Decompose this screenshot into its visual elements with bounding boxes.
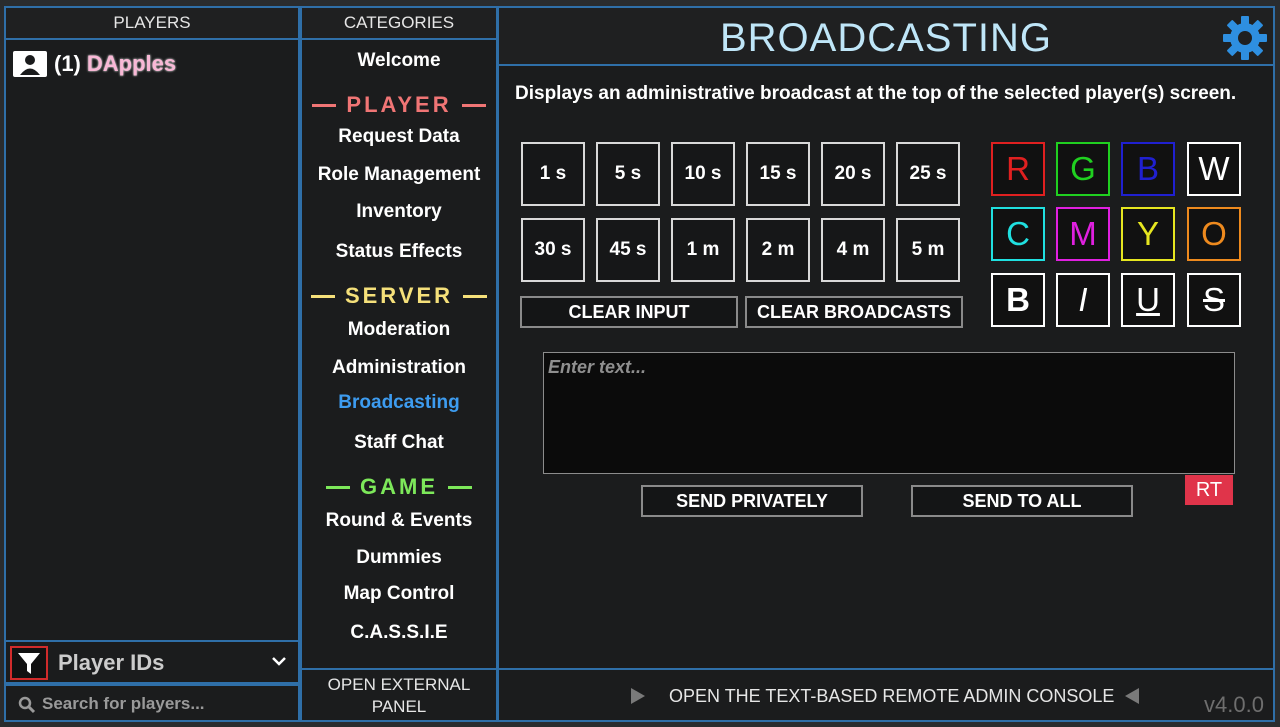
color-orange-button[interactable]: O (1187, 207, 1241, 261)
strikethrough-button[interactable]: S (1187, 273, 1241, 327)
broadcasting-panel: BROADCASTING Displays an administrative … (497, 6, 1275, 670)
players-panel: PLAYERS (1) DApples (4, 6, 300, 642)
open-external-panel-button[interactable]: OPEN EXTERNAL PANEL (300, 668, 498, 722)
color-cyan-button[interactable]: C (991, 207, 1045, 261)
category-dummies[interactable]: Dummies (302, 547, 496, 569)
section-player-label: PLAYER (346, 92, 452, 117)
divider (463, 294, 488, 298)
color-white-button[interactable]: W (1187, 142, 1241, 196)
duration-button[interactable]: 45 s (596, 218, 660, 282)
duration-button[interactable]: 30 s (521, 218, 585, 282)
duration-button[interactable]: 25 s (896, 142, 960, 206)
section-game-label: GAME (360, 474, 438, 499)
duration-button[interactable]: 1 m (671, 218, 735, 282)
color-magenta-button[interactable]: M (1056, 207, 1110, 261)
section-server-label: SERVER (344, 283, 454, 308)
category-administration[interactable]: Administration (302, 357, 496, 379)
divider (326, 485, 350, 489)
player-filter-dropdown[interactable]: Player IDs (4, 640, 300, 684)
category-welcome[interactable]: Welcome (302, 50, 496, 72)
section-player: PLAYER (306, 92, 492, 118)
category-request-data[interactable]: Request Data (302, 126, 496, 148)
divider (448, 485, 472, 489)
text-placeholder: Enter text... (548, 357, 647, 377)
section-game: GAME (306, 474, 492, 500)
chevron-down-icon (272, 657, 286, 666)
title-bar: BROADCASTING (499, 8, 1273, 66)
broadcast-description: Displays an administrative broadcast at … (515, 83, 1237, 104)
clear-input-button[interactable]: CLEAR INPUT (520, 296, 738, 328)
italic-button[interactable]: I (1056, 273, 1110, 327)
player-search-field[interactable]: Search for players... (4, 684, 300, 722)
category-staff-chat[interactable]: Staff Chat (302, 432, 496, 454)
bold-button[interactable]: B (991, 273, 1045, 327)
filter-icon[interactable] (10, 646, 48, 680)
arrow-right-icon (631, 688, 645, 704)
duration-button[interactable]: 5 m (896, 218, 960, 282)
underline-button[interactable]: U (1121, 273, 1175, 327)
duration-button[interactable]: 5 s (596, 142, 660, 206)
categories-header: CATEGORIES (302, 8, 496, 40)
clear-broadcasts-button[interactable]: CLEAR BROADCASTS (745, 296, 963, 328)
divider (312, 103, 337, 107)
divider (461, 103, 486, 107)
category-map-control[interactable]: Map Control (302, 583, 496, 605)
rich-text-toggle[interactable]: RT (1185, 475, 1233, 505)
console-bar[interactable]: OPEN THE TEXT-BASED REMOTE ADMIN CONSOLE (497, 668, 1275, 722)
duration-button[interactable]: 15 s (746, 142, 810, 206)
category-cassie[interactable]: C.A.S.S.I.E (302, 622, 496, 644)
color-blue-button[interactable]: B (1121, 142, 1175, 196)
category-inventory[interactable]: Inventory (302, 201, 496, 223)
version-label: v4.0.0 (1204, 692, 1264, 717)
gear-icon[interactable] (1221, 14, 1269, 62)
send-privately-button[interactable]: SEND PRIVATELY (641, 485, 863, 517)
search-icon (18, 696, 36, 714)
open-external-panel-label: OPEN EXTERNAL PANEL (327, 675, 471, 716)
color-green-button[interactable]: G (1056, 142, 1110, 196)
open-console-button[interactable]: OPEN THE TEXT-BASED REMOTE ADMIN CONSOLE (669, 686, 1114, 707)
player-name: DApples (86, 51, 177, 76)
duration-button[interactable]: 10 s (671, 142, 735, 206)
broadcast-text-input[interactable]: Enter text... (543, 352, 1235, 474)
player-list-item[interactable]: (1) DApples (12, 50, 176, 78)
duration-button[interactable]: 4 m (821, 218, 885, 282)
players-header: PLAYERS (6, 8, 298, 40)
color-red-button[interactable]: R (991, 142, 1045, 196)
section-server: SERVER (306, 283, 492, 309)
divider (310, 294, 335, 298)
filter-label: Player IDs (58, 650, 165, 675)
page-title: BROADCASTING (719, 16, 1053, 60)
player-id-icon (13, 51, 47, 77)
category-role-management[interactable]: Role Management (302, 164, 496, 186)
duration-button[interactable]: 1 s (521, 142, 585, 206)
category-status-effects[interactable]: Status Effects (302, 241, 496, 263)
color-yellow-button[interactable]: Y (1121, 207, 1175, 261)
categories-panel: CATEGORIES Welcome PLAYER Request Data R… (300, 6, 498, 670)
category-moderation[interactable]: Moderation (302, 319, 496, 341)
duration-button[interactable]: 2 m (746, 218, 810, 282)
arrow-left-icon (1125, 688, 1139, 704)
search-placeholder: Search for players... (42, 694, 205, 713)
duration-button[interactable]: 20 s (821, 142, 885, 206)
category-round-events[interactable]: Round & Events (302, 510, 496, 532)
player-number: (1) (54, 51, 81, 76)
send-to-all-button[interactable]: SEND TO ALL (911, 485, 1133, 517)
category-broadcasting[interactable]: Broadcasting (302, 392, 496, 414)
